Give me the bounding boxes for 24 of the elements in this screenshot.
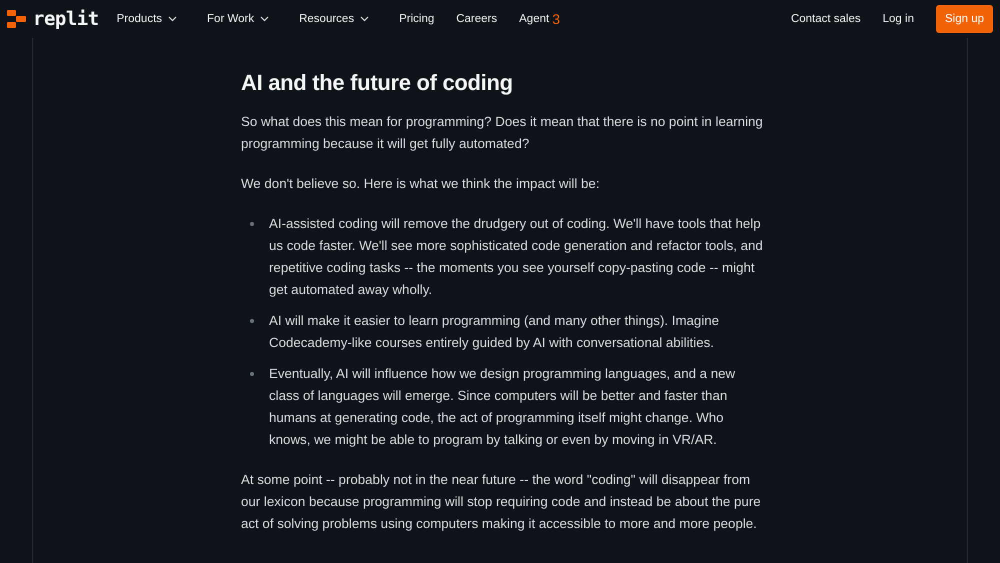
agent-version-number: 3 bbox=[552, 11, 560, 27]
section-heading: AI and the future of coding bbox=[241, 70, 514, 96]
nav-link[interactable]: For Work bbox=[207, 13, 270, 25]
nav-link[interactable]: Products bbox=[116, 13, 178, 25]
list-item-text: AI-assisted coding will remove the drudgery out of coding. We'll have tools that help us code faster. We'll see more sophisticated code generation and refactor tools, and repetitive coding tasks -- the moments you see yourself copy-pasting code -- might get automated away wholly. bbox=[269, 215, 763, 299]
paragraph: So what does this mean for programming? Does it mean that there is no point in learning programming because it will get fully automated? bbox=[241, 113, 763, 153]
chevron-down-icon bbox=[168, 16, 178, 22]
nav-link[interactable]: Careers bbox=[456, 13, 498, 25]
bullet-icon bbox=[250, 372, 254, 376]
header-link[interactable]: Contact sales bbox=[790, 13, 861, 25]
chevron-down-icon bbox=[260, 16, 270, 22]
nav-link[interactable]: Pricing bbox=[399, 13, 434, 25]
list-item-text: Eventually, AI will influence how we design programming languages, and a new class of languages will emerge. Since computers will be better and faster than humans at generating code, the act of programming itself might change. Who knows, we might be able to program by talking or even by moving in VR/AR. bbox=[269, 365, 736, 449]
bullet-icon bbox=[250, 222, 254, 226]
list-item-text: AI will make it easier to learn programming (and many other things). Imagine Codecademy-like courses entirely guided by AI with conversational abilities. bbox=[269, 312, 720, 352]
header-link[interactable]: Log in bbox=[882, 13, 914, 25]
chevron-down-icon bbox=[360, 16, 370, 22]
nav-link[interactable]: Agent 3 bbox=[519, 11, 560, 27]
logo-icon bbox=[7, 10, 27, 28]
nav-link[interactable]: Resources bbox=[299, 13, 370, 25]
logo-wordmark[interactable]: replit bbox=[33, 8, 99, 30]
paragraph: We don't believe so. Here is what we think the impact will be: bbox=[241, 175, 601, 193]
bullet-icon bbox=[250, 319, 254, 323]
paragraph: At some point -- probably not in the near future -- the word "coding" will disappear from our lexicon because programming will stop requiring code and instead be about the pure act of solving problems using computers making it accessible to more and more people. bbox=[241, 471, 762, 533]
